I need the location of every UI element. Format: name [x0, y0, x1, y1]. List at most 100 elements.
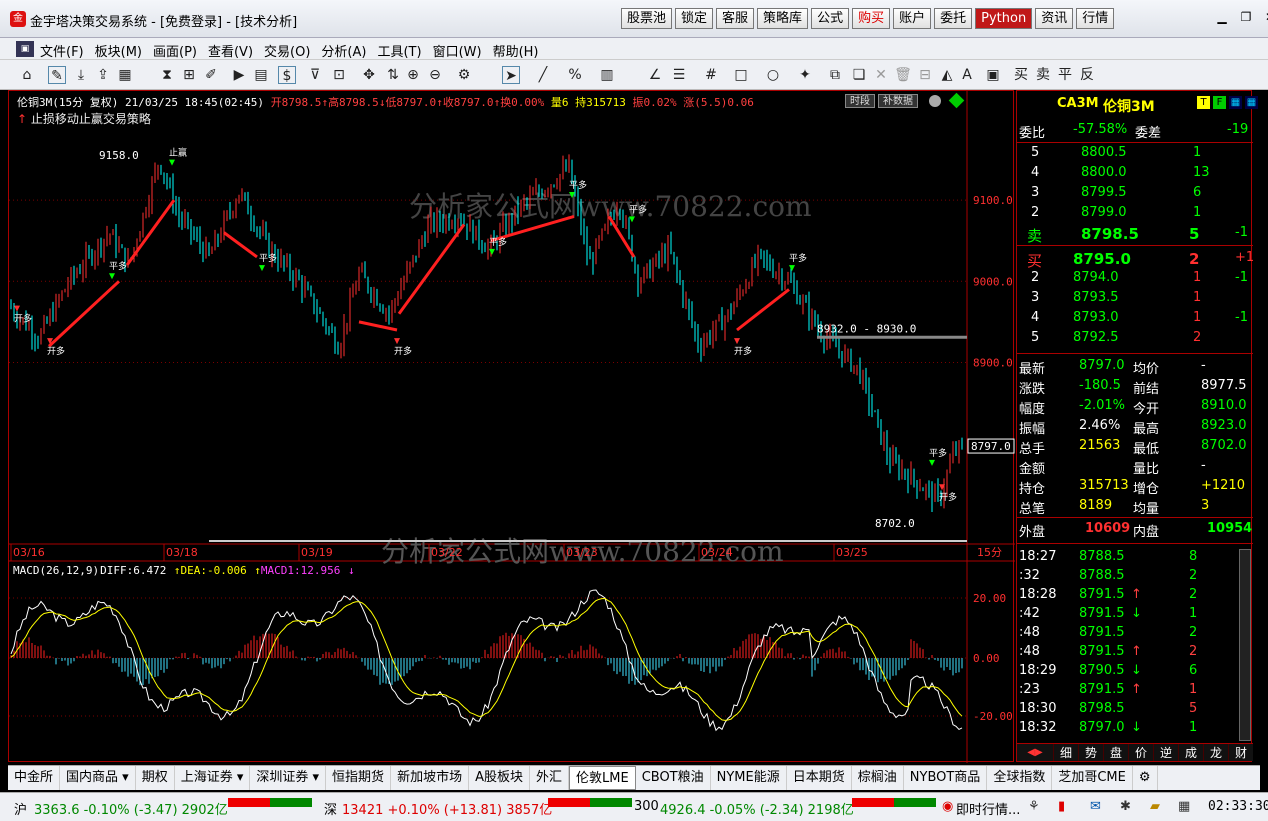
menu-item-0[interactable]: 文件(F) — [40, 41, 84, 60]
settings-icon[interactable]: ⚙ — [455, 66, 473, 84]
ask-price[interactable]: 8799.5 — [1081, 185, 1127, 200]
top-button-1[interactable]: 锁定 — [675, 8, 714, 29]
market-tab-9[interactable]: 伦敦LME — [569, 766, 636, 790]
export-icon[interactable]: ⇪ — [94, 66, 112, 84]
line-tool-icon[interactable]: ╱ — [534, 66, 552, 84]
candlestick-icon[interactable]: ⧗ — [158, 66, 176, 84]
hash-tool-icon[interactable]: # — [702, 66, 720, 84]
bid-price[interactable]: 8793.0 — [1073, 310, 1119, 325]
reverse-position-icon[interactable]: 反 — [1078, 66, 1096, 84]
panel-tab-3[interactable]: 价 — [1128, 744, 1153, 761]
dollar-icon[interactable]: $ — [278, 66, 296, 84]
top-button-10[interactable]: 行情 — [1076, 8, 1115, 29]
download-icon[interactable]: ⤓ — [72, 66, 90, 84]
minimize-icon[interactable]: ▁ — [1212, 8, 1232, 26]
refresh-icon[interactable]: ⊡ — [330, 66, 348, 84]
panel-tab-1[interactable]: 势 — [1078, 744, 1103, 761]
mail-icon[interactable]: ✉ — [1090, 799, 1101, 814]
draw-pen-icon[interactable]: ✎ — [48, 66, 66, 84]
menu-item-3[interactable]: 查看(V) — [208, 41, 253, 60]
market-tab-0[interactable]: 中金所 — [8, 766, 61, 790]
circle-tool-icon[interactable]: ○ — [764, 66, 782, 84]
move-icon[interactable]: ✥ — [360, 66, 378, 84]
star-tool-icon[interactable]: ✦ — [796, 66, 814, 84]
panel-tab-5[interactable]: 成 — [1178, 744, 1203, 761]
rect-tool-icon[interactable]: □ — [732, 66, 750, 84]
panel-tab-2[interactable]: 盘 — [1103, 744, 1128, 761]
market-tab-11[interactable]: NYME能源 — [711, 766, 787, 790]
panel-tab-6[interactable]: 龙 — [1203, 744, 1228, 761]
bid-price[interactable]: 8792.5 — [1073, 330, 1119, 345]
pin-icon[interactable]: ✱ — [1120, 799, 1131, 814]
chart-tab-0[interactable]: 时段 — [845, 94, 875, 108]
panel-tab-nav[interactable]: ◀▶ — [1017, 744, 1053, 761]
cursor-icon[interactable]: ➤ — [502, 66, 520, 84]
filter-icon[interactable]: ⊽ — [306, 66, 324, 84]
monitor-icon[interactable]: ▦ — [1178, 799, 1190, 814]
news-icon[interactable]: ◉ — [942, 799, 953, 814]
market-tab-12[interactable]: 日本期货 — [787, 766, 852, 790]
fill-color-icon[interactable]: ◭ — [938, 66, 956, 84]
sell-open-icon[interactable]: 卖 — [1034, 66, 1052, 84]
menu-item-2[interactable]: 画面(P) — [153, 41, 197, 60]
sh-index[interactable]: 3363.6 -0.10% (-3.47) 2902亿 — [34, 799, 228, 818]
money-icon[interactable]: ▰ — [1150, 799, 1160, 814]
menu-item-5[interactable]: 分析(A) — [321, 41, 366, 60]
grid-layout-icon[interactable]: ▦ — [116, 66, 134, 84]
top-button-5[interactable]: 购买 — [852, 8, 891, 29]
kline-chart[interactable]: 9100.09000.08900.0分析家公式网www.70822.com分析家… — [9, 91, 1015, 763]
ask-price[interactable]: 8798.5 — [1081, 225, 1139, 243]
menu-item-6[interactable]: 工具(T) — [377, 41, 421, 60]
chart-area[interactable]: 9100.0 9000.0 8900.0 分析家公式网www.70822.com 分析家… — [8, 90, 1015, 763]
delete-icon[interactable]: ✕ — [872, 66, 890, 84]
chart-tab-1[interactable]: 补数据 — [878, 94, 918, 108]
sz-index[interactable]: 13421 +0.10% (+13.81) 3857亿 — [342, 799, 552, 818]
top-button-0[interactable]: 股票池 — [621, 8, 673, 29]
save-icon[interactable]: ▣ — [984, 66, 1002, 84]
trash-icon[interactable]: 🗑 — [894, 66, 912, 84]
ask-price[interactable]: 8800.0 — [1081, 165, 1127, 180]
menu-item-4[interactable]: 交易(O) — [264, 41, 310, 60]
bid-price[interactable]: 8793.5 — [1073, 290, 1119, 305]
zoom-in-icon[interactable]: ⊕ — [404, 66, 422, 84]
text-color-icon[interactable]: A — [958, 66, 976, 84]
top-button-7[interactable]: 委托 — [934, 8, 973, 29]
grid-icon[interactable]: ▦ — [1245, 96, 1258, 109]
duplicate-icon[interactable]: ❏ — [850, 66, 868, 84]
menu-item-8[interactable]: 帮助(H) — [493, 41, 539, 60]
top-button-9[interactable]: 资讯 — [1035, 8, 1074, 29]
bid-price[interactable]: 8794.0 — [1073, 270, 1119, 285]
top-button-6[interactable]: 账户 — [893, 8, 932, 29]
settings-gear-icon[interactable] — [929, 95, 941, 107]
top-button-3[interactable]: 策略库 — [757, 8, 809, 29]
market-tab-14[interactable]: NYBOT商品 — [904, 766, 988, 790]
chart-type-icon[interactable]: ⊞ — [180, 66, 198, 84]
document-icon[interactable]: ▤ — [252, 66, 270, 84]
ask-price[interactable]: 8800.5 — [1081, 145, 1127, 160]
list-icon[interactable]: ▦ — [1229, 96, 1242, 109]
market-tab-16[interactable]: 芝加哥CME — [1052, 766, 1133, 790]
lock-icon[interactable]: ⊟ — [916, 66, 934, 84]
top-button-8[interactable]: Python — [975, 8, 1033, 29]
market-tab-15[interactable]: 全球指数 — [987, 766, 1053, 790]
percent-tool-icon[interactable]: % — [566, 66, 584, 84]
sort-icon[interactable]: ⇅ — [384, 66, 402, 84]
panel-tab-7[interactable]: 财 — [1228, 744, 1253, 761]
market-tab-10[interactable]: CBOT粮油 — [636, 766, 711, 790]
market-tab-5[interactable]: 恒指期货 — [326, 766, 392, 790]
f-icon[interactable]: F — [1213, 96, 1226, 109]
bid-price[interactable]: 8795.0 — [1073, 250, 1131, 268]
market-tab-4[interactable]: 深圳证券 ▾ — [250, 766, 327, 790]
news-ticker[interactable]: 即时行情... — [956, 799, 1020, 818]
close-icon[interactable]: ✕ — [1260, 8, 1268, 26]
fib-tool-icon[interactable]: ☰ — [670, 66, 688, 84]
ask-price[interactable]: 8799.0 — [1081, 205, 1127, 220]
market-tab-6[interactable]: 新加坡市场 — [391, 766, 470, 790]
restore-icon[interactable]: ❐ — [1236, 8, 1256, 26]
market-tab-settings-icon[interactable]: ⚙ — [1133, 766, 1158, 790]
cylinder-icon[interactable]: ▮ — [1058, 799, 1065, 814]
market-tab-2[interactable]: 期权 — [136, 766, 175, 790]
panel-tab-4[interactable]: 逆 — [1153, 744, 1178, 761]
market-tab-7[interactable]: A股板块 — [469, 766, 530, 790]
market-tab-1[interactable]: 国内商品 ▾ — [60, 766, 136, 790]
